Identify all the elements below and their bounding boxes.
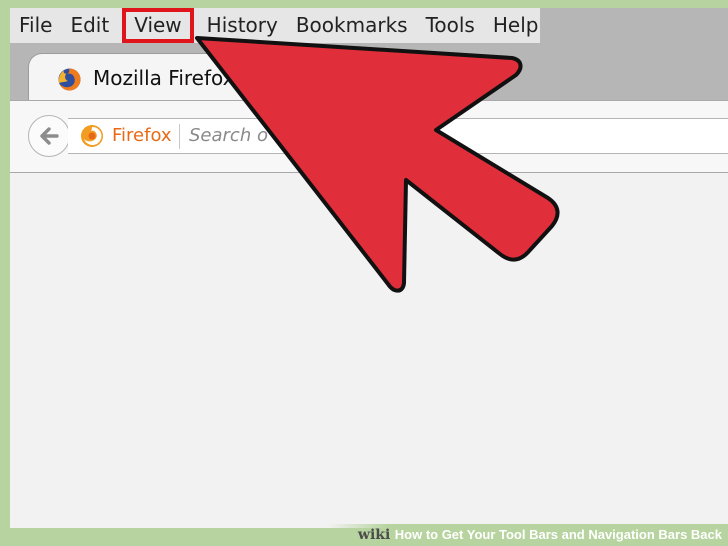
menu-file[interactable]: File xyxy=(10,8,61,43)
url-separator xyxy=(179,124,180,149)
wiki-logo: wiki xyxy=(357,527,391,543)
menu-tools[interactable]: Tools xyxy=(417,8,484,43)
caption-title: How to Get Your Tool Bars and Navigation… xyxy=(394,527,722,542)
page-content xyxy=(10,173,728,528)
back-arrow-icon xyxy=(40,127,59,145)
tab-title: Mozilla Firefox xyxy=(93,66,235,90)
menu-help[interactable]: Help xyxy=(484,8,548,43)
navigation-bar: Firefox Search o xyxy=(10,100,728,173)
firefox-icon xyxy=(57,67,82,92)
tab-mozilla-firefox[interactable]: Mozilla Firefox xyxy=(28,53,328,103)
caption-bar: wiki How to Get Your Tool Bars and Navig… xyxy=(328,524,728,546)
search-placeholder: Search o xyxy=(189,125,268,146)
menu-view[interactable]: View xyxy=(122,8,194,43)
window-chrome: File Edit View History Bookmarks Tools H… xyxy=(10,8,728,103)
identity-label: Firefox xyxy=(112,125,172,146)
menu-edit[interactable]: Edit xyxy=(61,8,118,43)
menu-bookmarks[interactable]: Bookmarks xyxy=(287,8,417,43)
menu-history[interactable]: History xyxy=(198,8,287,43)
browser-window: File Edit View History Bookmarks Tools H… xyxy=(10,8,728,528)
tab-strip: Mozilla Firefox xyxy=(10,43,728,103)
firefox-icon xyxy=(80,124,104,148)
back-button[interactable] xyxy=(28,115,70,157)
menu-bar: File Edit View History Bookmarks Tools H… xyxy=(10,8,540,43)
url-bar[interactable]: Firefox Search o xyxy=(68,118,728,154)
